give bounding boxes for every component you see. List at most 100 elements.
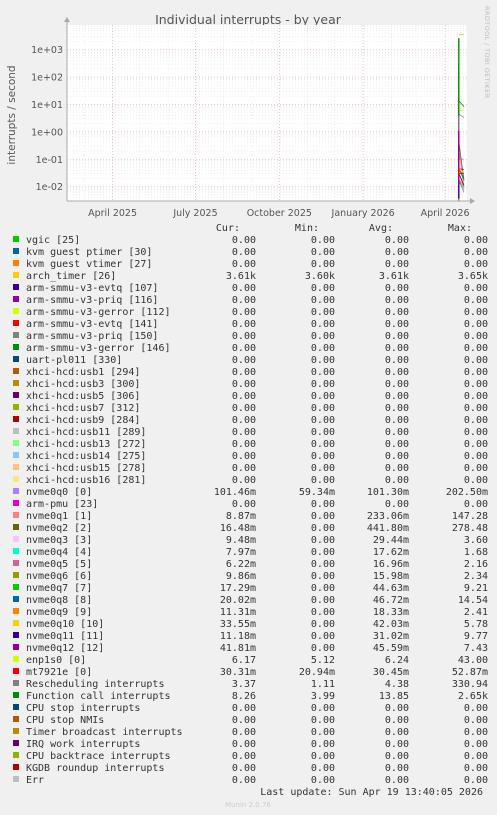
legend-value-min: 0.00: [311, 355, 335, 366]
legend-column-header: Avg:: [369, 223, 393, 234]
legend-value-max: 0.00: [464, 331, 488, 342]
legend-swatch: [13, 356, 19, 362]
legend-value-min: 0.00: [311, 283, 335, 294]
legend-value-cur: 0.00: [232, 379, 256, 390]
legend-value-avg: 0.00: [385, 451, 409, 462]
legend-swatch: [13, 260, 19, 266]
legend-value-min: 0.00: [311, 727, 335, 738]
legend-value-max: 52.87m: [452, 667, 488, 678]
legend-value-cur: 0.00: [232, 715, 256, 726]
y-tick-label: 1e+01: [31, 100, 63, 111]
legend-value-cur: 16.48m: [220, 523, 256, 534]
legend-swatch: [13, 704, 19, 710]
legend-swatch: [13, 680, 19, 686]
legend-series-name: Timer broadcast interrupts: [26, 727, 183, 738]
legend-value-cur: 0.00: [232, 331, 256, 342]
legend-value-cur: 41.81m: [220, 643, 256, 654]
legend-series-name: Err: [26, 775, 44, 786]
legend-value-min: 0.00: [311, 571, 335, 582]
legend-swatch: [13, 668, 19, 674]
legend-series-name: xhci-hcd:usb1 [294]: [26, 367, 140, 378]
legend-value-max: 0.00: [464, 715, 488, 726]
legend-series-name: arch_timer [26]: [26, 271, 116, 282]
legend-value-avg: 46.72m: [373, 595, 409, 606]
legend-value-avg: 0.00: [385, 355, 409, 366]
legend-swatch: [13, 308, 19, 314]
legend-value-cur: 0.00: [232, 403, 256, 414]
legend-value-max: 0.00: [464, 259, 488, 270]
legend-swatch: [13, 572, 19, 578]
legend-series-name: nvme0q8 [8]: [26, 595, 92, 606]
legend-value-max: 0.00: [464, 319, 488, 330]
legend-value-cur: 0.00: [232, 463, 256, 474]
legend-value-avg: 0.00: [385, 319, 409, 330]
legend-swatch: [13, 632, 19, 638]
legend-series-name: nvme0q9 [9]: [26, 607, 92, 618]
legend-series-name: arm-pmu [23]: [26, 499, 98, 510]
legend-value-max: 0.00: [464, 727, 488, 738]
legend-value-avg: 15.98m: [373, 571, 409, 582]
legend-value-max: 2.41: [464, 607, 488, 618]
legend-value-avg: 233.06m: [367, 511, 409, 522]
legend-value-min: 20.94m: [299, 667, 335, 678]
legend-value-avg: 0.00: [385, 763, 409, 774]
legend-series-name: xhci-hcd:usb15 [278]: [26, 463, 146, 474]
legend-series-name: xhci-hcd:usb7 [312]: [26, 403, 140, 414]
legend-swatch: [13, 332, 19, 338]
chart-canvas: Individual interrupts - by year interrup…: [0, 0, 497, 815]
legend-value-min: 0.00: [311, 739, 335, 750]
legend-value-avg: 0.00: [385, 259, 409, 270]
legend-swatch: [13, 764, 19, 770]
legend-value-cur: 9.48m: [226, 535, 256, 546]
legend-value-cur: 0.00: [232, 739, 256, 750]
legend-series-name: vgic [25]: [26, 235, 80, 246]
legend-column-header: Cur:: [216, 223, 240, 234]
legend-series-name: xhci-hcd:usb11 [289]: [26, 427, 146, 438]
legend-column-header: Min:: [295, 223, 319, 234]
legend-swatch: [13, 476, 19, 482]
legend-swatch: [13, 344, 19, 350]
legend-value-max: 0.00: [464, 379, 488, 390]
legend-swatch: [13, 656, 19, 662]
legend-series-name: nvme0q5 [5]: [26, 559, 92, 570]
legend-value-min: 0.00: [311, 535, 335, 546]
legend-series-name: nvme0q3 [3]: [26, 535, 92, 546]
legend-value-min: 0.00: [311, 559, 335, 570]
legend-value-cur: 0.00: [232, 319, 256, 330]
legend-value-max: 0.00: [464, 427, 488, 438]
legend-value-min: 0.00: [311, 619, 335, 630]
legend-value-max: 278.48: [452, 523, 488, 534]
legend-series-name: nvme0q6 [6]: [26, 571, 92, 582]
legend-value-min: 0.00: [311, 523, 335, 534]
legend-value-max: 0.00: [464, 751, 488, 762]
legend-value-avg: 18.33m: [373, 607, 409, 618]
legend-series-name: kvm guest vtimer [27]: [26, 259, 152, 270]
legend-swatch: [13, 488, 19, 494]
legend-swatch: [13, 560, 19, 566]
legend-value-avg: 0.00: [385, 463, 409, 474]
legend-value-max: 0.00: [464, 295, 488, 306]
legend-value-min: 0.00: [311, 499, 335, 510]
legend-value-avg: 441.80m: [367, 523, 409, 534]
legend-series-name: CPU stop NMIs: [26, 715, 104, 726]
legend-value-cur: 8.26: [232, 691, 256, 702]
legend-value-cur: 0.00: [232, 307, 256, 318]
legend-value-max: 14.54: [458, 595, 488, 606]
legend-value-cur: 6.17: [232, 655, 256, 666]
legend-value-cur: 20.02m: [220, 595, 256, 606]
legend-value-max: 9.77: [464, 631, 488, 642]
legend-swatch: [13, 272, 19, 278]
legend-value-avg: 3.61k: [379, 271, 409, 282]
legend-value-avg: 0.00: [385, 715, 409, 726]
legend-value-min: 0.00: [311, 367, 335, 378]
legend-value-cur: 30.31m: [220, 667, 256, 678]
legend-value-cur: 0.00: [232, 391, 256, 402]
legend-swatch: [13, 428, 19, 434]
legend-value-max: 0.00: [464, 475, 488, 486]
legend-value-min: 0.00: [311, 715, 335, 726]
legend-value-max: 3.65k: [458, 271, 488, 282]
legend-value-min: 0.00: [311, 703, 335, 714]
legend-value-max: 202.50m: [446, 487, 488, 498]
x-tick-label: January 2026: [331, 208, 395, 219]
legend-value-max: 43.00: [458, 655, 488, 666]
